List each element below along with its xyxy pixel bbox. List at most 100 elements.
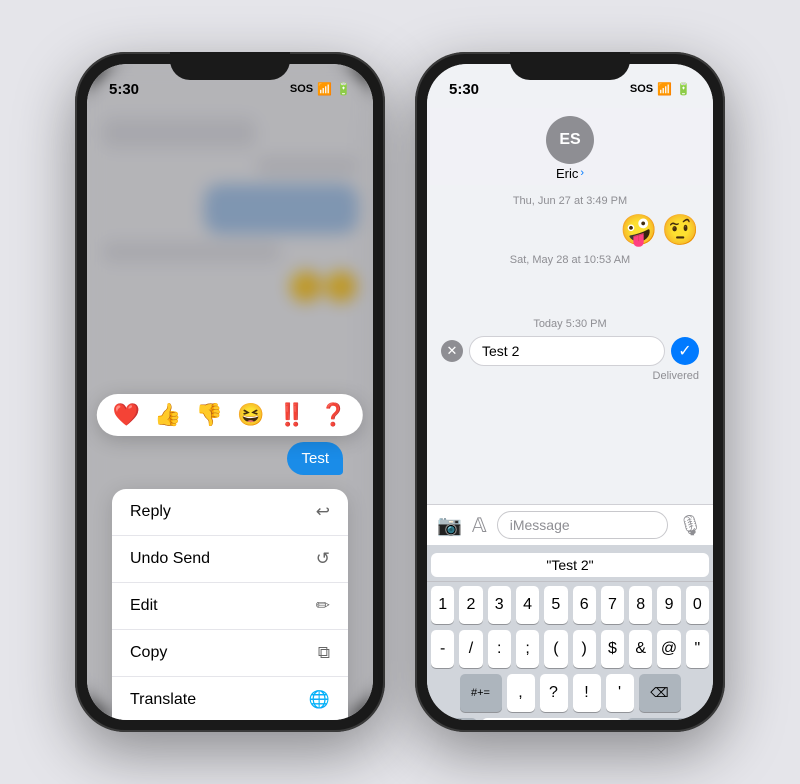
key-quote[interactable]: " <box>686 630 709 668</box>
contact-avatar: ES <box>546 116 594 164</box>
messages-header: ES Eric › <box>427 108 713 185</box>
key-slash[interactable]: / <box>459 630 482 668</box>
scrollable-chat: Thu, Jun 27 at 3:49 PM 🤪 🤨 Sat, May 28 a… <box>427 185 713 504</box>
menu-undo-send[interactable]: Undo Send ↺ <box>112 536 348 583</box>
menu-copy[interactable]: Copy ⧉ <box>112 630 348 677</box>
key-9[interactable]: 9 <box>657 586 680 624</box>
key-3[interactable]: 3 <box>488 586 511 624</box>
key-dash[interactable]: - <box>431 630 454 668</box>
right-status-icons: SOS 📶 🔋 <box>630 82 691 96</box>
menu-edit-label: Edit <box>130 597 158 615</box>
reaction-heart[interactable]: ❤️ <box>113 402 140 428</box>
key-delete[interactable]: ⌫ <box>639 674 681 712</box>
emoji-row: 🤪 🤨 <box>441 213 699 248</box>
right-phone: 5:30 SOS 📶 🔋 ES Eric › Thu, Jun 27 at 3:… <box>415 52 725 732</box>
keyboard-rows: 1 2 3 4 5 6 7 8 9 0 - / : <box>427 582 713 720</box>
menu-translate[interactable]: Translate 🌐 <box>112 677 348 720</box>
left-phone: 5:30 SOS 📶 🔋 🟡🟡 ❤️ 👍 👎 😆 ‼️ ❓ <box>75 52 385 732</box>
key-comma[interactable]: , <box>507 674 535 712</box>
reaction-exclaim[interactable]: ‼️ <box>278 402 305 428</box>
key-ampersand[interactable]: & <box>629 630 652 668</box>
key-colon[interactable]: : <box>488 630 511 668</box>
edit-input-text: Test 2 <box>482 343 519 359</box>
reaction-thumbsdown[interactable]: 👎 <box>196 402 223 428</box>
confirm-edit-btn[interactable]: ✓ <box>671 337 699 365</box>
left-notch <box>170 52 290 80</box>
reaction-haha[interactable]: 😆 <box>237 402 264 428</box>
camera-icon[interactable]: 📷 <box>437 513 462 538</box>
date-old: Thu, Jun 27 at 3:49 PM <box>441 195 699 207</box>
date-today: Today 5:30 PM <box>441 318 699 330</box>
copy-icon: ⧉ <box>318 643 330 663</box>
key-hashtag[interactable]: #+= <box>460 674 502 712</box>
key-exclaim[interactable]: ! <box>573 674 601 712</box>
appstore-icon[interactable]: 𝔸 <box>472 513 487 538</box>
right-battery-icon: 🔋 <box>676 82 691 96</box>
key-open-paren[interactable]: ( <box>544 630 567 668</box>
key-7[interactable]: 7 <box>601 586 624 624</box>
menu-copy-label: Copy <box>130 644 167 662</box>
imessage-placeholder: iMessage <box>510 517 570 533</box>
key-row-misc: #+= , ? ! ' ⌫ <box>431 674 709 712</box>
key-close-paren[interactable]: ) <box>573 630 596 668</box>
delivered-label: Delivered <box>653 370 699 382</box>
date-recent: Sat, May 28 at 10:53 AM <box>441 254 699 266</box>
keyboard: "Test 2" 1 2 3 4 5 6 7 8 9 0 <box>427 545 713 720</box>
context-menu: Reply ↩ Undo Send ↺ Edit ✏ Copy ⧉ Transl… <box>112 489 348 720</box>
emoji-2: 🤨 <box>662 213 699 248</box>
sos-label: SOS <box>290 83 313 95</box>
reaction-thumbsup[interactable]: 👍 <box>154 402 181 428</box>
mic-icon[interactable]: 🎙 <box>678 513 703 538</box>
right-status-time: 5:30 <box>449 81 479 98</box>
contact-chevron[interactable]: › <box>580 167 584 179</box>
key-space[interactable]: space <box>482 718 622 720</box>
key-4[interactable]: 4 <box>516 586 539 624</box>
cancel-edit-btn[interactable]: ✕ <box>441 340 463 362</box>
edit-input[interactable]: Test 2 <box>469 336 665 366</box>
right-notch <box>510 52 630 80</box>
menu-undo-label: Undo Send <box>130 550 210 568</box>
left-status-time: 5:30 <box>109 81 139 98</box>
key-return[interactable]: return <box>627 718 707 720</box>
imessage-input[interactable]: iMessage <box>497 511 668 539</box>
wifi-icon: 📶 <box>317 82 332 96</box>
menu-reply-label: Reply <box>130 503 171 521</box>
key-5[interactable]: 5 <box>544 586 567 624</box>
left-status-icons: SOS 📶 🔋 <box>290 82 351 96</box>
reaction-question[interactable]: ❓ <box>320 402 347 428</box>
edit-icon: ✏ <box>316 596 330 616</box>
key-at[interactable]: @ <box>657 630 680 668</box>
key-6[interactable]: 6 <box>573 586 596 624</box>
key-row-symbols: - / : ; ( ) $ & @ " <box>431 630 709 668</box>
contact-name[interactable]: Eric <box>556 166 578 181</box>
test-bubble: Test <box>287 442 343 475</box>
chat-content: Thu, Jun 27 at 3:49 PM 🤪 🤨 Sat, May 28 a… <box>427 185 713 720</box>
menu-reply[interactable]: Reply ↩ <box>112 489 348 536</box>
key-question[interactable]: ? <box>540 674 568 712</box>
emoji-1: 🤪 <box>620 213 657 248</box>
translate-icon: 🌐 <box>309 690 330 710</box>
reply-icon: ↩ <box>316 502 330 522</box>
key-abc[interactable]: ABC <box>433 718 477 720</box>
undo-icon: ↺ <box>316 549 330 569</box>
key-row-numbers: 1 2 3 4 5 6 7 8 9 0 <box>431 586 709 624</box>
right-screen: 5:30 SOS 📶 🔋 ES Eric › Thu, Jun 27 at 3:… <box>427 64 713 720</box>
menu-edit[interactable]: Edit ✏ <box>112 583 348 630</box>
key-apostrophe[interactable]: ' <box>606 674 634 712</box>
suggestion-item[interactable]: "Test 2" <box>431 553 709 577</box>
left-screen: 5:30 SOS 📶 🔋 🟡🟡 ❤️ 👍 👎 😆 ‼️ ❓ <box>87 64 373 720</box>
right-wifi-icon: 📶 <box>657 82 672 96</box>
suggestion-row: "Test 2" <box>427 545 713 582</box>
key-semicolon[interactable]: ; <box>516 630 539 668</box>
key-1[interactable]: 1 <box>431 586 454 624</box>
message-toolbar: 📷 𝔸 iMessage 🎙 <box>427 504 713 545</box>
reaction-picker[interactable]: ❤️ 👍 👎 😆 ‼️ ❓ <box>97 394 363 436</box>
right-sos-label: SOS <box>630 83 653 95</box>
key-8[interactable]: 8 <box>629 586 652 624</box>
key-0[interactable]: 0 <box>686 586 709 624</box>
key-row-bottom: ABC space return <box>431 718 709 720</box>
menu-translate-label: Translate <box>130 691 196 709</box>
key-2[interactable]: 2 <box>459 586 482 624</box>
key-dollar[interactable]: $ <box>601 630 624 668</box>
battery-icon: 🔋 <box>336 82 351 96</box>
